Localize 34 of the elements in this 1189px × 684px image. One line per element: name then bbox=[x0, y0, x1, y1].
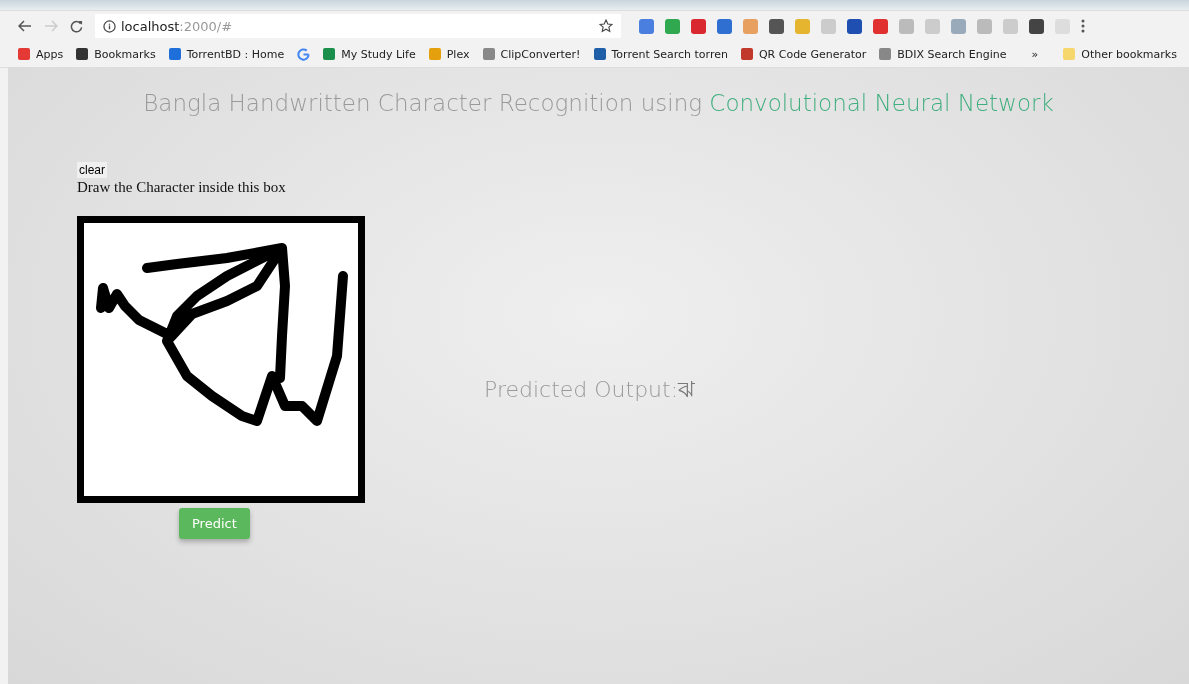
instruction-text: Draw the Character inside this box bbox=[77, 179, 286, 196]
predicted-character: ঝ bbox=[678, 376, 696, 402]
more-bookmarks-button[interactable]: » bbox=[1031, 47, 1039, 61]
extension-icon[interactable] bbox=[1029, 18, 1044, 34]
extension-icon[interactable] bbox=[769, 18, 784, 34]
extension-icon[interactable] bbox=[847, 18, 862, 34]
bookmark[interactable]: Apps bbox=[18, 47, 64, 61]
address-bar[interactable]: localhost:2000/# bbox=[95, 14, 621, 38]
page-title: Bangla Handwritten Character Recognition using bbox=[143, 90, 702, 116]
bookmark[interactable]: My Study Life bbox=[323, 47, 416, 61]
star-icon[interactable] bbox=[599, 19, 613, 33]
other-bookmarks[interactable]: Other bookmarks bbox=[1063, 47, 1177, 61]
bookmark[interactable]: Torrent Search torren bbox=[593, 47, 728, 61]
extension-icon[interactable] bbox=[717, 18, 732, 34]
bookmark[interactable]: Plex bbox=[428, 47, 470, 61]
bookmark[interactable]: Bookmarks bbox=[76, 47, 156, 61]
clear-button[interactable]: clear bbox=[77, 162, 107, 178]
url-path: :2000/# bbox=[179, 18, 233, 34]
bookmark[interactable]: ClipConverter! bbox=[482, 47, 581, 61]
bookmark[interactable]: TorrentBD : Home bbox=[168, 47, 285, 61]
drawing-canvas[interactable] bbox=[77, 216, 365, 503]
back-icon[interactable] bbox=[18, 20, 32, 32]
extension-icon[interactable] bbox=[691, 18, 706, 34]
page-title-highlight: Convolutional Neural Network bbox=[709, 90, 1054, 116]
google-icon bbox=[297, 47, 311, 61]
predicted-output-label: Predicted Output: bbox=[484, 376, 679, 402]
bookmark[interactable]: QR Code Generator bbox=[740, 47, 867, 61]
bookmark[interactable] bbox=[297, 47, 311, 61]
info-icon bbox=[103, 19, 116, 33]
url-host: localhost bbox=[121, 18, 180, 34]
extension-icon[interactable] bbox=[873, 18, 888, 34]
bookmark[interactable]: BDIX Search Engine bbox=[879, 47, 1007, 61]
reload-icon[interactable] bbox=[70, 19, 83, 33]
menu-icon[interactable] bbox=[1081, 19, 1085, 33]
